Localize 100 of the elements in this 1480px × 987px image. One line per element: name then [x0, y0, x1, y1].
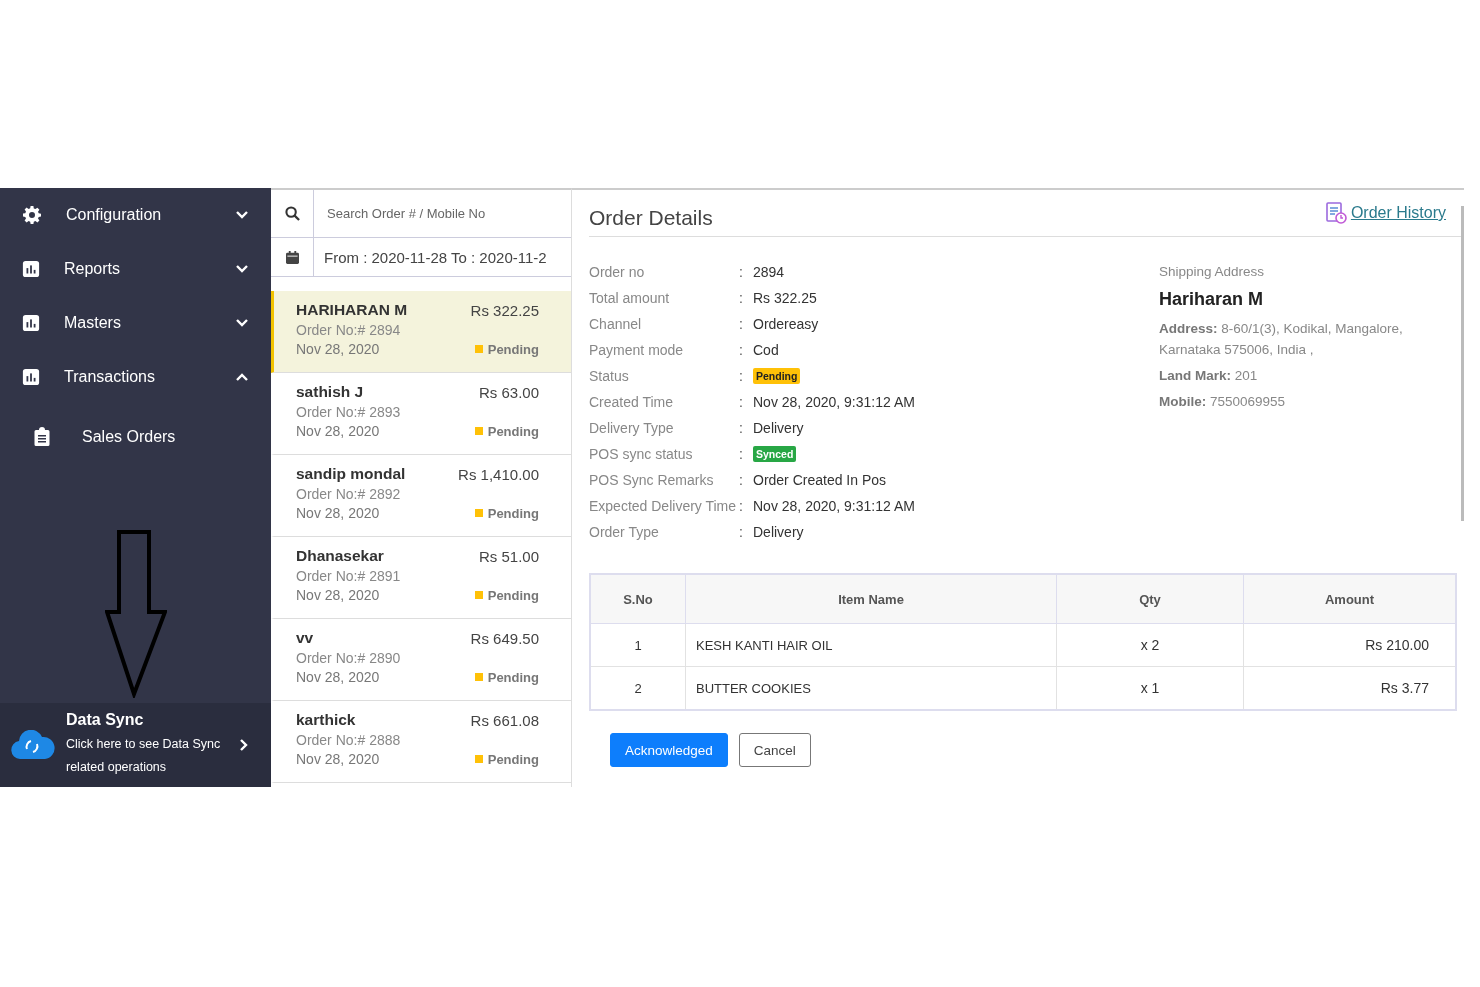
- nav-item[interactable]: Reports: [0, 242, 271, 296]
- order-date: Nov 28, 2020: [296, 669, 380, 685]
- nav-item[interactable]: Configuration: [0, 188, 271, 242]
- clipboard-icon: [34, 427, 50, 447]
- field-label: Expected Delivery Time: [589, 498, 738, 514]
- column-header: Item Name: [685, 574, 1057, 624]
- field-value: Rs 322.25: [753, 290, 817, 306]
- status-marker-icon: [474, 673, 483, 681]
- colon-separator: :: [739, 420, 744, 436]
- order-card[interactable]: karthick Rs 661.08 Order No:# 2888 Nov 28, 2020 Pending: [271, 701, 571, 783]
- customer-name: Dhanasekar: [296, 547, 384, 565]
- field-label: POS sync status: [589, 446, 694, 462]
- colon-separator: :: [739, 446, 744, 462]
- nav-item[interactable]: Masters: [0, 296, 271, 350]
- status-marker-icon: [474, 591, 483, 599]
- data-sync-title: Data Sync: [66, 711, 145, 729]
- field-value: Ordereasy: [753, 316, 819, 332]
- address-detail: Address: 8-60/1(3), Kodikal, Mangalore, Karnataka 575006, India ,: [1159, 320, 1404, 359]
- address-detail: Mobile: 7550069955: [1159, 393, 1287, 411]
- colon-separator: :: [739, 342, 744, 358]
- status-marker-icon: [474, 509, 483, 517]
- field-value: Cod: [753, 342, 779, 358]
- order-history-link[interactable]: Order History: [1324, 202, 1446, 224]
- order-status: Pending: [487, 751, 539, 767]
- status-marker-icon: [474, 755, 483, 763]
- order-card[interactable]: vv Rs 649.50 Order No:# 2890 Nov 28, 2020 Pending: [271, 619, 571, 701]
- customer-name: sathish J: [296, 383, 364, 401]
- order-status: Pending: [487, 505, 539, 521]
- order-card[interactable]: sandip mondal Rs 1,410.00 Order No:# 2892 Nov 28, 2020 Pending: [271, 455, 571, 537]
- order-number: Order No:# 2890: [296, 650, 402, 666]
- order-card[interactable]: Dhanasekar Rs 51.00 Order No:# 2891 Nov 28, 2020 Pending: [271, 537, 571, 619]
- order-card[interactable]: sathish J Rs 63.00 Order No:# 2893 Nov 28, 2020 Pending: [271, 373, 571, 455]
- status-badge: Synced: [753, 446, 797, 462]
- customer-name: HARIHARAN M: [296, 301, 408, 319]
- field-value: Delivery: [753, 524, 804, 540]
- order-amount: Rs 661.08: [470, 711, 539, 729]
- field-label: Created Time: [589, 394, 675, 410]
- order-status: Pending: [487, 669, 539, 685]
- field-label: POS Sync Remarks: [589, 472, 715, 488]
- order-amount: Rs 1,410.00: [458, 465, 539, 483]
- calendar-icon: [285, 250, 299, 264]
- gear-icon: [22, 205, 42, 225]
- field-value: Delivery: [753, 420, 804, 436]
- order-amount: Rs 63.00: [478, 383, 539, 401]
- data-sync-panel[interactable]: Data Sync Click here to see Data Sync related operations: [0, 703, 271, 787]
- order-number: Order No:# 2893: [296, 404, 402, 420]
- order-amount: Rs 51.00: [478, 547, 539, 565]
- customer-name: vv: [296, 629, 314, 647]
- order-date: Nov 28, 2020: [296, 423, 380, 439]
- field-label: Status: [589, 368, 630, 384]
- customer-name: sandip mondal: [296, 465, 406, 483]
- cancel-button[interactable]: Cancel: [738, 733, 811, 767]
- field-label: Delivery Type: [589, 420, 675, 436]
- cloud-sync-icon: [10, 730, 56, 760]
- table-cell: 1: [590, 623, 686, 667]
- field-value: Order Created In Pos: [753, 472, 887, 488]
- field-value: 2894: [753, 264, 785, 280]
- order-status: Pending: [487, 341, 539, 357]
- colon-separator: :: [739, 368, 744, 384]
- field-label: Total amount: [589, 290, 671, 306]
- table-cell: KESH KANTI HAIR OIL: [685, 623, 1057, 667]
- bar-chart-icon: [22, 260, 40, 278]
- order-status: Pending: [487, 587, 539, 603]
- field-label: Order no: [589, 264, 646, 280]
- bar-chart-icon: [22, 314, 40, 332]
- nav-subitem[interactable]: Sales Orders: [0, 404, 271, 470]
- status-badge: Pending: [753, 368, 801, 384]
- order-number: Order No:# 2892: [296, 486, 402, 502]
- panel-title: Order Details: [589, 205, 713, 230]
- customer-name: karthick: [296, 711, 356, 729]
- shipping-label: Shipping Address: [1159, 263, 1266, 281]
- column-header: Qty: [1056, 574, 1244, 624]
- order-number: Order No:# 2894: [296, 322, 402, 338]
- order-number: Order No:# 2888: [296, 732, 402, 748]
- order-date: Nov 28, 2020: [296, 505, 380, 521]
- bar-chart-icon: [22, 368, 40, 386]
- field-value: Nov 28, 2020, 9:31:12 AM: [753, 498, 915, 514]
- document-clock-icon: [1324, 202, 1347, 224]
- order-status: Pending: [487, 423, 539, 439]
- colon-separator: :: [739, 498, 744, 514]
- column-header: S.No: [590, 574, 686, 624]
- search-icon: [284, 206, 300, 221]
- date-range-field[interactable]: From : 2020-11-28 To : 2020-11-2: [271, 238, 571, 277]
- colon-separator: :: [739, 316, 744, 332]
- acknowledge-button[interactable]: Acknowledged: [610, 733, 728, 767]
- field-label: Order Type: [589, 524, 660, 540]
- order-number: Order No:# 2891: [296, 568, 402, 584]
- field-label: Payment mode: [589, 342, 685, 358]
- order-date: Nov 28, 2020: [296, 341, 380, 357]
- order-date: Nov 28, 2020: [296, 587, 380, 603]
- table-cell: x 2: [1056, 623, 1244, 667]
- field-value: Nov 28, 2020, 9:31:12 AM: [753, 394, 915, 410]
- colon-separator: :: [739, 394, 744, 410]
- nav-item[interactable]: Transactions: [0, 350, 271, 404]
- order-date: Nov 28, 2020: [296, 751, 380, 767]
- colon-separator: :: [739, 472, 744, 488]
- status-marker-icon: [474, 345, 483, 353]
- status-marker-icon: [474, 427, 483, 435]
- data-sync-description: Click here to see Data Sync related operations: [66, 736, 222, 776]
- order-card[interactable]: HARIHARAN M Rs 322.25 Order No:# 2894 Nov 28, 2020 Pending: [271, 291, 571, 373]
